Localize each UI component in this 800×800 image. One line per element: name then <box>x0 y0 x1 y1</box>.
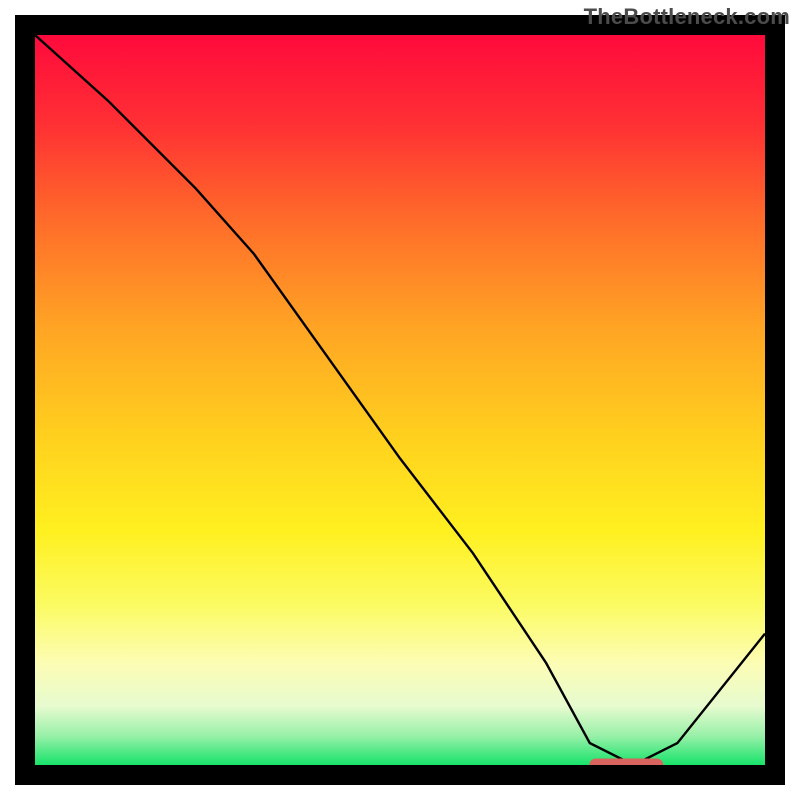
bottleneck-chart <box>0 0 800 800</box>
plot-background <box>35 35 765 765</box>
watermark-text: TheBottleneck.com <box>584 4 790 30</box>
chart-container: TheBottleneck.com <box>0 0 800 800</box>
